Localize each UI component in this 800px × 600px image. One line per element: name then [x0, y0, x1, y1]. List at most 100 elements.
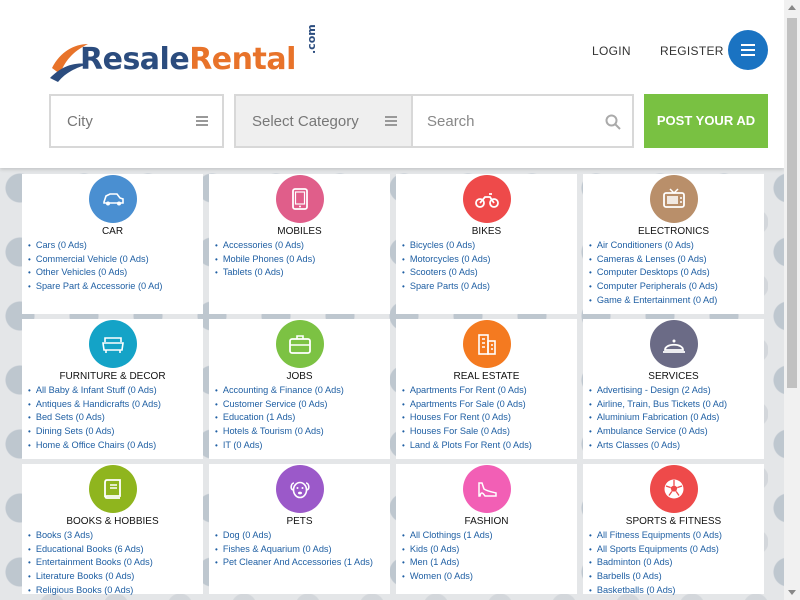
category-title[interactable]: REAL ESTATE [396, 371, 577, 382]
motorcycle-icon[interactable] [463, 175, 511, 223]
category-title[interactable]: PETS [209, 516, 390, 527]
subcategory-link[interactable]: Basketballs (0 Ads) [589, 584, 722, 598]
subcategory-link[interactable]: Spare Parts (0 Ads) [402, 280, 490, 294]
category-title[interactable]: SPORTS & FITNESS [583, 516, 764, 527]
subcategory-link[interactable]: Customer Service (0 Ads) [215, 398, 344, 412]
subcategory-link[interactable]: Apartments For Rent (0 Ads) [402, 384, 532, 398]
subcategory-link[interactable]: Men (1 Ads) [402, 556, 493, 570]
subcategory-link[interactable]: Badminton (0 Ads) [589, 556, 722, 570]
subcategory-link[interactable]: Books (3 Ads) [28, 529, 153, 543]
dog-icon[interactable] [276, 465, 324, 513]
subcategory-link[interactable]: All Fitness Equipments (0 Ads) [589, 529, 722, 543]
book-icon[interactable] [89, 465, 137, 513]
subcategory-link[interactable]: Aluminium Fabrication (0 Ads) [589, 411, 727, 425]
subcategory-link[interactable]: Houses For Rent (0 Ads) [402, 411, 532, 425]
scroll-thumb[interactable] [787, 18, 797, 388]
menu-button[interactable] [728, 30, 768, 70]
subcategory-link[interactable]: Other Vehicles (0 Ads) [28, 266, 162, 280]
sofa-icon[interactable] [89, 320, 137, 368]
subcategory-link[interactable]: Religious Books (0 Ads) [28, 584, 153, 598]
subcategory-link[interactable]: Scooters (0 Ads) [402, 266, 490, 280]
subcategory-link[interactable]: Arts Classes (0 Ads) [589, 439, 727, 453]
subcategory-link[interactable]: Barbells (0 Ads) [589, 570, 722, 584]
search-input[interactable]: Search [411, 94, 634, 148]
category-title[interactable]: MOBILES [209, 226, 390, 237]
subcategory-link[interactable]: Antiques & Handicrafts (0 Ads) [28, 398, 161, 412]
subcategory-link[interactable]: Educational Books (6 Ads) [28, 543, 153, 557]
city-select[interactable]: City [49, 94, 224, 148]
category-select[interactable]: Select Category [234, 94, 411, 148]
login-link[interactable]: LOGIN [592, 44, 631, 58]
subcategory-link[interactable]: Tablets (0 Ads) [215, 266, 315, 280]
subcategory-link[interactable]: Commercial Vehicle (0 Ads) [28, 253, 162, 267]
category-title[interactable]: CAR [22, 226, 203, 237]
subcategory-link[interactable]: Pet Cleaner And Accessories (1 Ads) [215, 556, 373, 570]
site-logo[interactable]: ResaleRental .com [50, 24, 320, 88]
football-icon[interactable] [650, 465, 698, 513]
subcategory-link[interactable]: Mobile Phones (0 Ads) [215, 253, 315, 267]
category-title[interactable]: FURNITURE & DECOR [22, 371, 203, 382]
category-title[interactable]: ELECTRONICS [583, 226, 764, 237]
subcategory-link[interactable]: Home & Office Chairs (0 Ads) [28, 439, 161, 453]
subcategory-list: All Clothings (1 Ads)Kids (0 Ads)Men (1 … [402, 529, 493, 584]
subcategory-link[interactable]: Fishes & Aquarium (0 Ads) [215, 543, 373, 557]
register-link[interactable]: REGISTER [660, 44, 724, 58]
subcategory-link[interactable]: Literature Books (0 Ads) [28, 570, 153, 584]
subcategory-link[interactable]: Houses For Sale (0 Ads) [402, 425, 532, 439]
subcategory-link[interactable]: All Baby & Infant Stuff (0 Ads) [28, 384, 161, 398]
subcategory-link[interactable]: Spare Part & Accessorie (0 Ad) [28, 280, 163, 294]
subcategory-link[interactable]: All Clothings (1 Ads) [402, 529, 493, 543]
subcategory-link[interactable]: Hotels & Tourism (0 Ads) [215, 425, 344, 439]
category-title[interactable]: SERVICES [583, 371, 764, 382]
subcategory-link[interactable]: Cameras & Lenses (0 Ads) [589, 253, 718, 267]
site-header: ResaleRental .com LOGIN REGISTER City Se… [0, 0, 784, 168]
subcategory-link[interactable]: Apartments For Sale (0 Ads) [402, 398, 532, 412]
car-icon[interactable] [89, 175, 137, 223]
subcategory-link[interactable]: Motorcycles (0 Ads) [402, 253, 491, 267]
subcategory-link[interactable]: Bed Sets (0 Ads) [28, 411, 161, 425]
scroll-down-arrow-icon[interactable] [788, 590, 796, 595]
post-ad-button[interactable]: POST YOUR AD [644, 94, 768, 148]
subcategory-list: Dog (0 Ads)Fishes & Aquarium (0 Ads)Pet … [215, 529, 373, 570]
subcategory-link[interactable]: All Sports Equipments (0 Ads) [589, 543, 722, 557]
shoe-icon[interactable] [463, 465, 511, 513]
category-card: PETS Dog (0 Ads)Fishes & Aquarium (0 Ads)… [209, 464, 390, 594]
subcategory-link[interactable]: Game & Entertainment (0 Ad) [589, 294, 718, 308]
category-title[interactable]: JOBS [209, 371, 390, 382]
category-placeholder: Select Category [252, 113, 359, 130]
subcategory-link[interactable]: Cars (0 Ads) [28, 239, 162, 253]
subcategory-link[interactable]: Land & Plots For Rent (0 Ads) [402, 439, 532, 453]
subcategory-link[interactable]: Advertising - Design (2 Ads) [589, 384, 727, 398]
tv-icon[interactable] [650, 175, 698, 223]
category-title[interactable]: BOOKS & HOBBIES [22, 516, 203, 527]
tablet-icon[interactable] [276, 175, 324, 223]
scroll-up-arrow-icon[interactable] [788, 5, 796, 10]
category-card: SPORTS & FITNESS All Fitness Equipments (… [583, 464, 764, 595]
scrollbar[interactable] [784, 0, 800, 600]
briefcase-icon[interactable] [276, 320, 324, 368]
subcategory-link[interactable]: Accessories (0 Ads) [215, 239, 315, 253]
subcategory-link[interactable]: Dog (0 Ads) [215, 529, 373, 543]
subcategory-link[interactable]: Women (0 Ads) [402, 570, 493, 584]
subcategory-link[interactable]: Ambulance Service (0 Ads) [589, 425, 727, 439]
subcategory-link[interactable]: Entertainment Books (0 Ads) [28, 556, 153, 570]
subcategory-link[interactable]: IT (0 Ads) [215, 439, 344, 453]
category-title[interactable]: FASHION [396, 516, 577, 527]
subcategory-link[interactable]: Airline, Train, Bus Tickets (0 Ad) [589, 398, 727, 412]
search-icon[interactable] [605, 114, 621, 130]
subcategory-link[interactable]: Computer Peripherals (0 Ads) [589, 280, 718, 294]
subcategory-link[interactable]: Computer Desktops (0 Ads) [589, 266, 718, 280]
subcategory-link[interactable]: Kids (0 Ads) [402, 543, 493, 557]
subcategory-link[interactable]: Air Conditioners (0 Ads) [589, 239, 718, 253]
subcategory-list: Accounting & Finance (0 Ads)Customer Ser… [215, 384, 344, 453]
category-title[interactable]: BIKES [396, 226, 577, 237]
subcategory-link[interactable]: Accounting & Finance (0 Ads) [215, 384, 344, 398]
building-icon[interactable] [463, 320, 511, 368]
bell-icon[interactable] [650, 320, 698, 368]
list-icon [196, 116, 208, 126]
subcategory-link[interactable]: Education (1 Ads) [215, 411, 344, 425]
subcategory-link[interactable]: Dining Sets (0 Ads) [28, 425, 161, 439]
subcategory-link[interactable]: Bicycles (0 Ads) [402, 239, 490, 253]
hamburger-line [741, 54, 755, 56]
category-card: FASHION All Clothings (1 Ads)Kids (0 Ads)… [396, 464, 577, 594]
